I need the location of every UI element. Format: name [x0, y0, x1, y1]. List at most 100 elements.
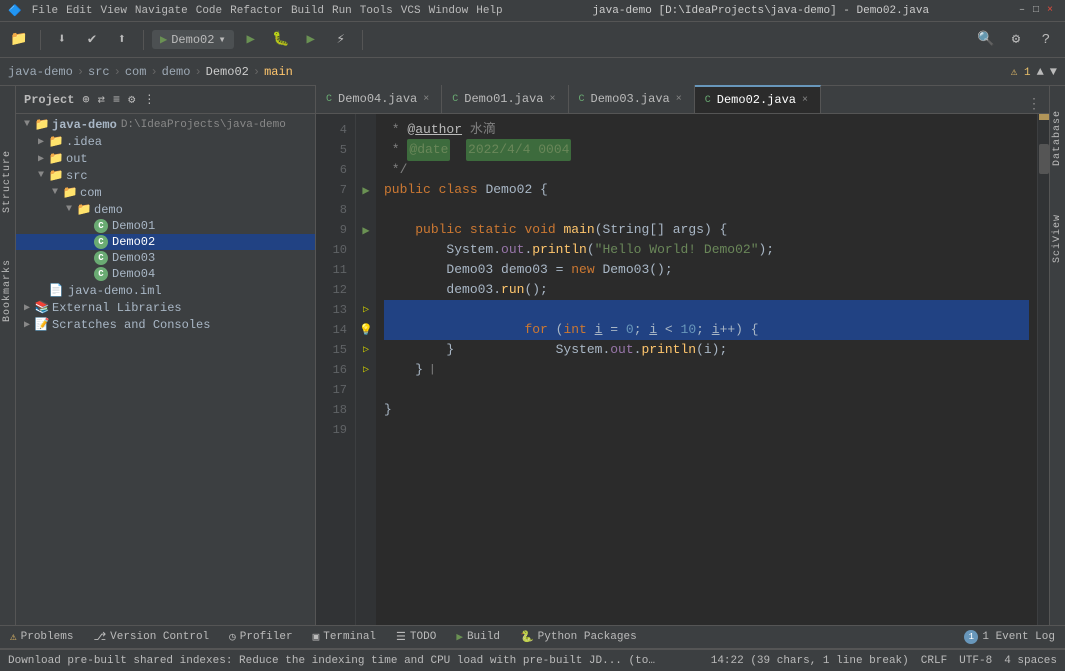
status-line-ending[interactable]: CRLF	[921, 655, 947, 667]
tab-demo02-close[interactable]: ×	[802, 95, 808, 106]
nav-right: ⚠ 1 ▲ ▼	[1011, 65, 1057, 79]
git-push-icon[interactable]: ⬆	[109, 27, 135, 53]
debug-button[interactable]: 🐛	[268, 27, 294, 53]
maximize-button[interactable]: □	[1029, 5, 1043, 16]
tab-demo04-close[interactable]: ×	[423, 94, 429, 105]
tabs-menu-icon[interactable]: ⋮	[1027, 96, 1041, 113]
project-icon[interactable]: 📁	[6, 27, 32, 53]
tree-demo02[interactable]: C Demo02	[16, 234, 315, 250]
tree-expand-idea[interactable]: ▶	[34, 136, 48, 148]
todo-icon: ☰	[396, 630, 406, 644]
tab-demo01-close[interactable]: ×	[549, 94, 555, 105]
breadcrumb-demo02[interactable]: Demo02	[206, 65, 249, 79]
menu-code[interactable]: Code	[192, 5, 226, 17]
ln-14: 14	[316, 320, 355, 340]
status-encoding[interactable]: UTF-8	[959, 655, 992, 667]
code-content[interactable]: * @author 水滴 * @date 2022/4/4 0004 */ pu…	[376, 114, 1037, 625]
menu-file[interactable]: File	[28, 5, 62, 17]
python-label: Python Packages	[538, 631, 637, 643]
tab-demo03-close[interactable]: ×	[676, 94, 682, 105]
breadcrumb-java-demo[interactable]: java-demo	[8, 65, 73, 79]
tab-python-packages[interactable]: 🐍 Python Packages	[510, 626, 647, 648]
status-indent[interactable]: 4 spaces	[1004, 655, 1057, 667]
tree-scratches[interactable]: ▶ 📝 Scratches and Consoles	[16, 316, 315, 333]
tree-expand-scratches[interactable]: ▶	[20, 319, 34, 331]
menu-view[interactable]: View	[97, 5, 131, 17]
tree-idea[interactable]: ▶ 📁 .idea	[16, 133, 315, 150]
structure-tab[interactable]: Structure	[2, 146, 13, 217]
help-icon[interactable]: ?	[1033, 27, 1059, 53]
nav-bar: java-demo › src › com › demo › Demo02 › …	[0, 58, 1065, 86]
tree-root[interactable]: ▼ 📁 java-demo D:\IdeaProjects\java-demo	[16, 116, 315, 133]
tab-demo02[interactable]: C Demo02.java ×	[695, 85, 821, 113]
tree-expand-demo-pkg[interactable]: ▼	[62, 204, 76, 215]
tab-version-control[interactable]: ⎇ Version Control	[83, 626, 219, 648]
status-position[interactable]: 14:22 (39 chars, 1 line break)	[711, 655, 909, 667]
tree-expand-com[interactable]: ▼	[48, 187, 62, 198]
gutter-run-7[interactable]: ▶	[356, 180, 376, 200]
tab-profiler[interactable]: ◷ Profiler	[219, 626, 302, 648]
profile-button[interactable]: ⚡	[328, 27, 354, 53]
coverage-button[interactable]: ▶	[298, 27, 324, 53]
run-button[interactable]: ▶	[238, 27, 264, 53]
menu-run[interactable]: Run	[328, 5, 356, 17]
scroll-thumb[interactable]	[1039, 144, 1049, 174]
tree-iml[interactable]: 📄 java-demo.iml	[16, 282, 315, 299]
editor-scrollbar[interactable]	[1037, 114, 1049, 625]
bookmarks-tab[interactable]: Bookmarks	[2, 255, 13, 326]
tree-demo01[interactable]: C Demo01	[16, 218, 315, 234]
tree-demo04[interactable]: C Demo04	[16, 266, 315, 282]
tab-demo04[interactable]: C Demo04.java ×	[316, 85, 442, 113]
breadcrumb-com[interactable]: com	[125, 65, 147, 79]
tree-com[interactable]: ▼ 📁 com	[16, 184, 315, 201]
search-everywhere-icon[interactable]: 🔍	[973, 27, 999, 53]
breadcrumb-src[interactable]: src	[88, 65, 110, 79]
sync-icon[interactable]: ⇄	[98, 92, 105, 107]
tab-demo01[interactable]: C Demo01.java ×	[442, 85, 568, 113]
menu-vcs[interactable]: VCS	[397, 5, 425, 17]
tab-terminal[interactable]: ▣ Terminal	[303, 626, 386, 648]
tree-out[interactable]: ▶ 📁 out	[16, 150, 315, 167]
nav-up-icon[interactable]: ▲	[1037, 65, 1044, 79]
close-button[interactable]: ×	[1043, 5, 1057, 16]
tree-ext-libs[interactable]: ▶ 📚 External Libraries	[16, 299, 315, 316]
left-icon-bar: Structure Bookmarks	[0, 86, 16, 625]
breadcrumb-main[interactable]: main	[264, 65, 293, 79]
minimize-button[interactable]: –	[1015, 5, 1029, 16]
project-menu-icon[interactable]: ⋮	[143, 92, 155, 107]
tree-expand-ext-libs[interactable]: ▶	[20, 302, 34, 314]
tree-expand-src[interactable]: ▼	[34, 170, 48, 181]
tree-expand-root[interactable]: ▼	[20, 119, 34, 130]
database-tab[interactable]: Database	[1052, 106, 1063, 170]
tree-demo03[interactable]: C Demo03	[16, 250, 315, 266]
gutter-14[interactable]: 💡	[356, 320, 376, 340]
breadcrumb-demo[interactable]: demo	[162, 65, 191, 79]
collapse-all-icon[interactable]: ≡	[113, 93, 120, 107]
menu-refactor[interactable]: Refactor	[226, 5, 287, 17]
sciview-tab[interactable]: SciView	[1052, 210, 1063, 267]
menu-build[interactable]: Build	[287, 5, 328, 17]
vc-label: Version Control	[110, 631, 209, 643]
run-config-selector[interactable]: ▶ Demo02 ▾	[152, 30, 234, 49]
menu-window[interactable]: Window	[425, 5, 473, 17]
tabs-overflow[interactable]: ⋮	[1027, 96, 1049, 113]
gutter-run-9[interactable]: ▶	[356, 220, 376, 240]
menu-navigate[interactable]: Navigate	[131, 5, 192, 17]
tree-src[interactable]: ▼ 📁 src	[16, 167, 315, 184]
add-icon[interactable]: ⊕	[82, 92, 89, 107]
tree-demo-pkg[interactable]: ▼ 📁 demo	[16, 201, 315, 218]
tab-todo[interactable]: ☰ TODO	[386, 626, 446, 648]
tab-build[interactable]: ▶ Build	[446, 626, 510, 648]
menu-tools[interactable]: Tools	[356, 5, 397, 17]
menu-help[interactable]: Help	[472, 5, 506, 17]
menu-edit[interactable]: Edit	[62, 5, 96, 17]
tab-event-log[interactable]: 1 1 Event Log	[954, 626, 1065, 648]
settings-icon[interactable]: ⚙	[1003, 27, 1029, 53]
tab-problems[interactable]: ⚠ Problems	[0, 626, 83, 648]
git-commit-icon[interactable]: ✔	[79, 27, 105, 53]
project-settings-icon[interactable]: ⚙	[128, 92, 135, 107]
tab-demo03[interactable]: C Demo03.java ×	[569, 85, 695, 113]
nav-down-icon[interactable]: ▼	[1050, 65, 1057, 79]
git-update-icon[interactable]: ⬇	[49, 27, 75, 53]
tree-expand-out[interactable]: ▶	[34, 153, 48, 165]
